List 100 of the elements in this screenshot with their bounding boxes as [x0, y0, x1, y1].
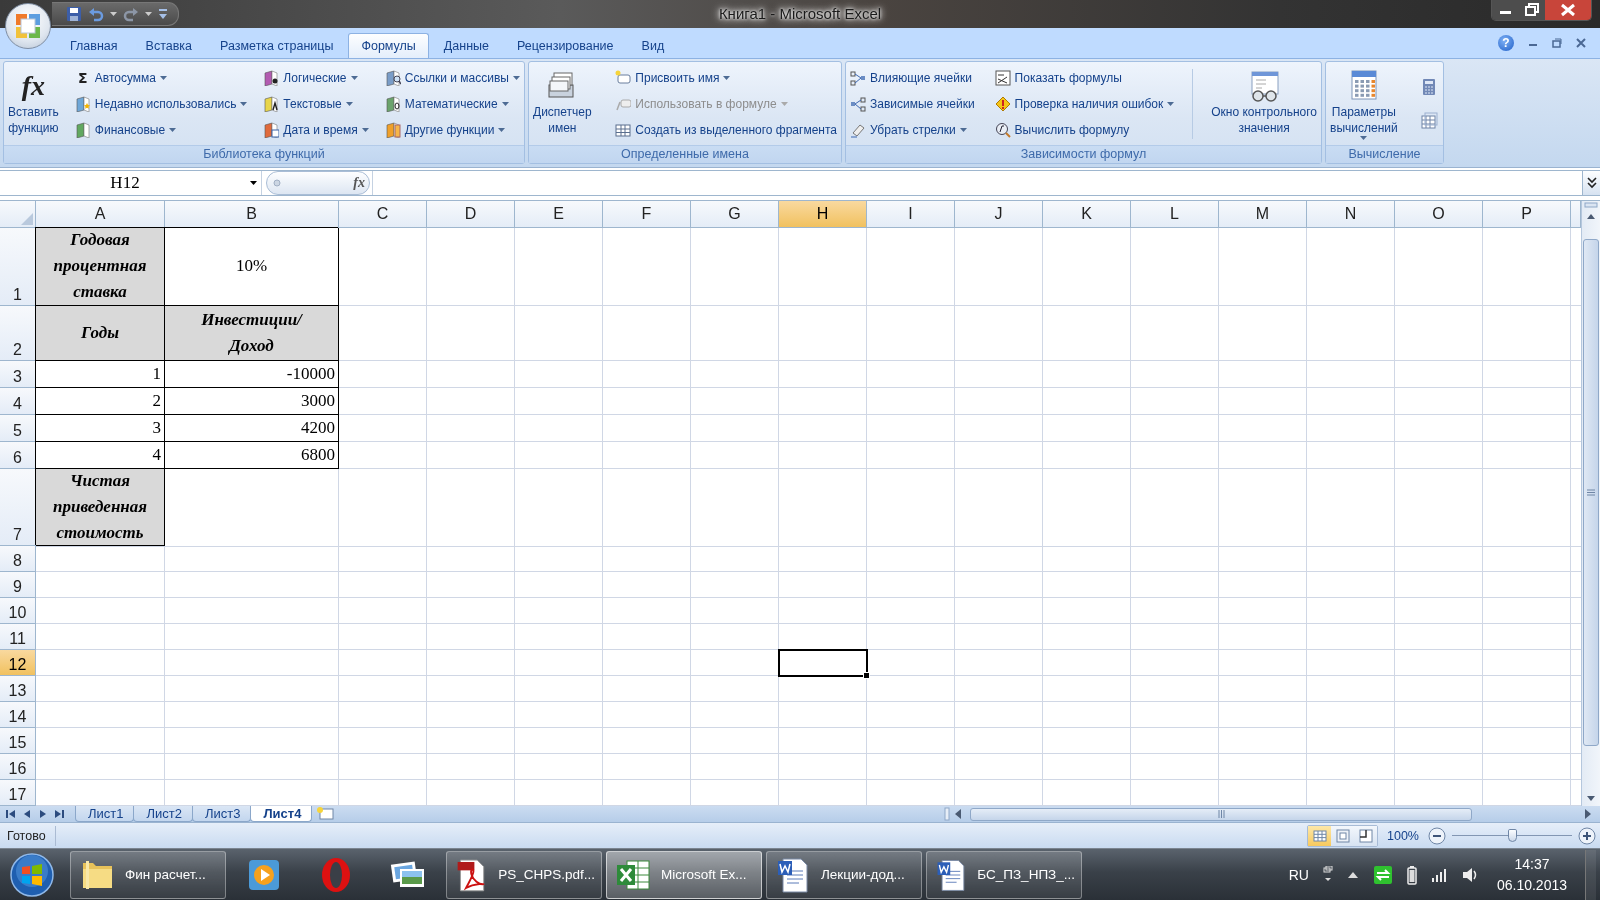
- column-header[interactable]: E: [515, 201, 603, 228]
- sync-icon[interactable]: [1372, 864, 1393, 885]
- sheet-calc-icon[interactable]: [1420, 112, 1438, 130]
- ribbon-button[interactable]: Ссылки и массивы: [382, 65, 522, 90]
- view-button[interactable]: [1308, 825, 1331, 846]
- column-header[interactable]: C: [339, 201, 427, 228]
- column-header[interactable]: F: [603, 201, 691, 228]
- ribbon-button[interactable]: Убрать стрелки: [848, 117, 969, 142]
- scrollbar-thumb[interactable]: [970, 807, 1472, 821]
- selected-cell[interactable]: [779, 650, 867, 676]
- expand-button[interactable]: [1582, 171, 1600, 195]
- ribbon-button[interactable]: Показать формулы: [992, 65, 1124, 90]
- insert-function-button[interactable]: fx: [353, 175, 365, 191]
- ribbon-button[interactable]: Проверка наличия ошибок: [992, 91, 1177, 116]
- split-handle[interactable]: [944, 807, 950, 821]
- row-header[interactable]: 9: [0, 572, 36, 598]
- ribbon-tab[interactable]: Разметка страницы: [207, 33, 347, 58]
- scrollbar-thumb[interactable]: [1583, 239, 1599, 746]
- redo-icon[interactable]: [123, 6, 139, 22]
- ribbon-button[interactable]: Другие функции: [382, 117, 508, 142]
- row-header[interactable]: 12: [0, 650, 36, 676]
- clock[interactable]: 14:37 06.10.2013: [1492, 853, 1571, 896]
- row-header[interactable]: 16: [0, 754, 36, 780]
- view-button[interactable]: [1354, 825, 1377, 846]
- row-header[interactable]: 3: [0, 360, 36, 388]
- row-header[interactable]: 13: [0, 676, 36, 702]
- ribbon-button[interactable]: fx Вставить функцию: [6, 65, 61, 145]
- column-header[interactable]: A: [36, 201, 165, 228]
- table-cell[interactable]: Годовая процентная ставка: [36, 228, 165, 306]
- column-header[interactable]: L: [1131, 201, 1219, 228]
- ribbon-tab[interactable]: Рецензирование: [504, 33, 627, 58]
- ribbon-button[interactable]: Σ Автосумма: [72, 65, 170, 90]
- spreadsheet-grid[interactable]: A B C D E F G H I J K L M N O P 1 Годовая процентная ставка 10% 2 Годы Инвестиции/ Доход 3 1 -10000 4 2 3000 5 3 4200 6 4 6800 7 Чистая приведенная стоимость 8 9 10 11 12 13 14 15 16 17: [0, 201, 1581, 806]
- battery-icon[interactable]: [1406, 864, 1417, 885]
- splitter-handle-icon[interactable]: [273, 179, 281, 187]
- column-header[interactable]: D: [427, 201, 515, 228]
- ribbon-button[interactable]: Недавно использовались: [72, 91, 250, 116]
- sheet-tab[interactable]: Лист1: [75, 806, 135, 822]
- table-cell[interactable]: Инвестиции/ Доход: [165, 305, 339, 361]
- table-cell[interactable]: Чистая приведенная стоимость: [36, 468, 165, 546]
- row-header[interactable]: 5: [0, 414, 36, 442]
- ribbon-button[interactable]: Параметры вычислений: [1328, 65, 1400, 145]
- column-header[interactable]: G: [691, 201, 779, 228]
- column-header[interactable]: I: [867, 201, 955, 228]
- start-button[interactable]: [9, 851, 55, 898]
- ribbon-tab[interactable]: Вставка: [132, 33, 206, 58]
- row-header[interactable]: 8: [0, 546, 36, 572]
- sheet-tab[interactable]: Лист4: [250, 806, 313, 822]
- row-header[interactable]: 4: [0, 387, 36, 415]
- ribbon-button[interactable]: Логические: [261, 65, 360, 90]
- column-header[interactable]: K: [1043, 201, 1131, 228]
- signal-icon[interactable]: [1430, 867, 1447, 882]
- taskbar-button[interactable]: БС_ПЗ_НПЗ_...: [926, 850, 1082, 899]
- calculation-icon[interactable]: [1420, 78, 1438, 96]
- sheet-tab[interactable]: Лист2: [133, 806, 193, 822]
- ribbon-button[interactable]: Текстовые: [261, 91, 355, 116]
- first-sheet-arrow[interactable]: [4, 808, 18, 820]
- taskbar-button[interactable]: Лекции-дод...: [766, 850, 922, 899]
- ribbon-tab[interactable]: Данные: [430, 33, 503, 58]
- row-header[interactable]: 2: [0, 305, 36, 361]
- ribbon-tab[interactable]: Вид: [628, 33, 678, 58]
- office-button[interactable]: [5, 3, 51, 49]
- zoom-in-button[interactable]: [1578, 826, 1596, 845]
- column-header[interactable]: N: [1307, 201, 1395, 228]
- close-icon[interactable]: [1576, 38, 1586, 48]
- ribbon-button[interactable]: Диспетчер имен: [531, 65, 594, 145]
- ribbon-button[interactable]: Присвоить имя: [613, 65, 733, 90]
- column-header[interactable]: P: [1483, 201, 1571, 228]
- minimize-button[interactable]: [1492, 0, 1519, 20]
- ribbon-tab[interactable]: Главная: [57, 33, 131, 58]
- row-header[interactable]: 15: [0, 728, 36, 754]
- column-header[interactable]: H: [779, 201, 867, 228]
- undo-icon[interactable]: [88, 6, 104, 22]
- close-button[interactable]: [1545, 0, 1591, 20]
- table-cell[interactable]: 4200: [165, 414, 339, 442]
- table-cell[interactable]: 3: [36, 414, 165, 442]
- column-header[interactable]: O: [1395, 201, 1483, 228]
- ribbon-tab[interactable]: Формулы: [348, 33, 429, 58]
- ribbon-button[interactable]: Финансовые: [72, 117, 179, 142]
- restore-icon[interactable]: [1552, 38, 1562, 48]
- ribbon-button[interactable]: Зависимые ячейки: [848, 91, 977, 116]
- row-header[interactable]: 11: [0, 624, 36, 650]
- language-bar-icon[interactable]: [1322, 865, 1333, 884]
- row-header[interactable]: 1: [0, 228, 36, 306]
- customize-icon[interactable]: [158, 8, 168, 20]
- column-header[interactable]: J: [955, 201, 1043, 228]
- column-header[interactable]: B: [165, 201, 339, 228]
- column-header[interactable]: M: [1219, 201, 1307, 228]
- last-sheet-arrow[interactable]: [52, 808, 66, 820]
- ribbon-button[interactable]: Создать из выделенного фрагмента: [613, 117, 839, 142]
- split-handle[interactable]: [1582, 201, 1600, 209]
- language-indicator[interactable]: RU: [1288, 866, 1309, 883]
- slider-thumb[interactable]: [1508, 828, 1517, 842]
- table-cell[interactable]: 1: [36, 360, 165, 388]
- show-hidden-icons-arrow[interactable]: [1346, 870, 1359, 879]
- table-cell[interactable]: Годы: [36, 305, 165, 361]
- zoom-out-button[interactable]: [1428, 826, 1446, 845]
- row-header[interactable]: 17: [0, 780, 36, 806]
- row-header[interactable]: 10: [0, 598, 36, 624]
- ribbon-button[interactable]: Влияющие ячейки: [848, 65, 974, 90]
